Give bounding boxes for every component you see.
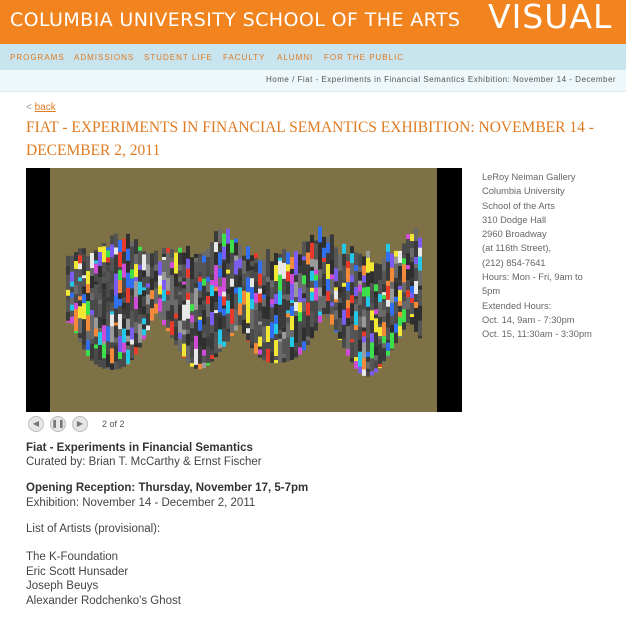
pause-icon[interactable]: ❚❚ xyxy=(50,416,66,432)
exhibit-title: Fiat - Experiments in Financial Semantic… xyxy=(26,442,253,454)
artist-item: Joseph Beuys xyxy=(26,580,99,592)
school-name[interactable]: COLUMBIA UNIVERSITY SCHOOL OF THE ARTS xyxy=(10,9,460,31)
back-link[interactable]: back xyxy=(35,102,56,113)
gallery-line: Columbia University xyxy=(482,186,565,197)
artist-item: Alexander Rodchenko's Ghost xyxy=(26,595,181,607)
gallery-line: 2960 Broadway xyxy=(482,229,547,240)
section-name[interactable]: VISUAL xyxy=(488,0,612,36)
next-icon[interactable]: ▶ xyxy=(72,416,88,432)
back-link-row: < back xyxy=(26,102,56,113)
artist-item: The K-Foundation xyxy=(26,551,119,563)
nav-for-the-public[interactable]: FOR THE PUBLIC xyxy=(324,53,404,62)
gallery-line: School of the Arts xyxy=(482,200,555,211)
artists-heading: List of Artists (provisional): xyxy=(26,523,161,535)
opening-reception: Opening Reception: Thursday, November 17… xyxy=(26,482,309,494)
page-title: FIAT - EXPERIMENTS IN FINANCIAL SEMANTIC… xyxy=(26,119,594,159)
nav-programs[interactable]: PROGRAMS xyxy=(10,53,65,62)
gallery-line: (212) 854-7641 xyxy=(482,257,546,268)
gallery-line: Oct. 15, 11:30am - 3:30pm xyxy=(482,329,592,340)
breadcrumb[interactable]: Home / Fiat - Experiments in Financial S… xyxy=(266,75,616,84)
back-prefix: < xyxy=(26,102,32,113)
slideshow-image[interactable] xyxy=(26,168,462,412)
site-header: COLUMBIA UNIVERSITY SCHOOL OF THE ARTS V… xyxy=(0,0,626,44)
gallery-line: Extended Hours: xyxy=(482,300,552,311)
exhibition-dates: Exhibition: November 14 - December 2, 20… xyxy=(26,497,256,509)
breadcrumb-bar: Home / Fiat - Experiments in Financial S… xyxy=(0,70,626,92)
gallery-line: 5pm xyxy=(482,286,501,297)
nav-alumni[interactable]: ALUMNI xyxy=(277,53,313,62)
main-nav: PROGRAMS ADMISSIONS STUDENT LIFE FACULTY… xyxy=(0,44,626,70)
nav-student-life[interactable]: STUDENT LIFE xyxy=(144,53,213,62)
gallery-line: 310 Dodge Hall xyxy=(482,214,547,225)
slide-counter: 2 of 2 xyxy=(102,419,125,429)
artist-item: Eric Scott Hunsader xyxy=(26,566,129,578)
nav-admissions[interactable]: ADMISSIONS xyxy=(74,53,134,62)
gallery-line: (at 116th Street), xyxy=(482,243,552,254)
prev-icon[interactable]: ◀ xyxy=(28,416,44,432)
gallery-line: LeRoy Neiman Gallery xyxy=(482,172,576,182)
artwork-image xyxy=(26,168,462,412)
gallery-line: Oct. 14, 9am - 7:30pm xyxy=(482,314,575,325)
gallery-line: Hours: Mon - Fri, 9am to xyxy=(482,272,583,283)
gallery-info: LeRoy Neiman Gallery Columbia University… xyxy=(482,170,622,342)
nav-faculty[interactable]: FACULTY xyxy=(223,53,265,62)
curated-by: Curated by: Brian T. McCarthy & Ernst Fi… xyxy=(26,456,262,468)
